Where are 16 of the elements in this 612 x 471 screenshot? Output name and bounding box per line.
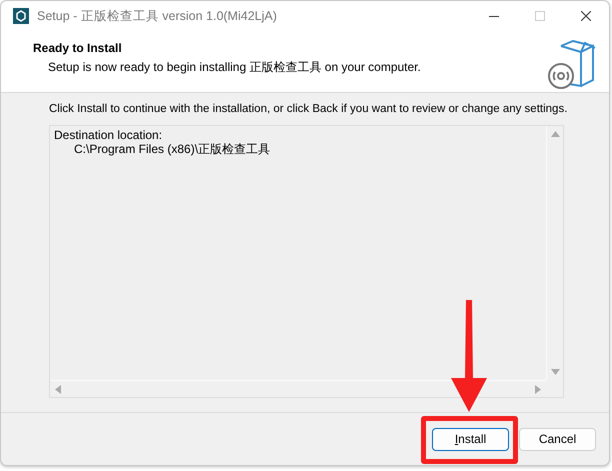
app-icon (13, 8, 29, 24)
software-box-icon (545, 40, 597, 90)
dialog-button[interactable]: Install (432, 428, 509, 450)
window-title: Setup - 正版检查工具 version 1.0(Mi42LjA) (37, 8, 278, 24)
instruction-text: Click Install to continue with the installation, or click Back if you want to review or change any settings. (49, 103, 564, 115)
scroll-up-icon[interactable] (550, 131, 560, 137)
close-icon[interactable] (581, 11, 591, 21)
page-heading: Ready to Install (33, 41, 123, 55)
scroll-down-icon[interactable] (550, 369, 560, 375)
scroll-left-icon[interactable] (55, 384, 61, 394)
memo-label: Destination location: (54, 128, 164, 142)
scroll-right-icon[interactable] (535, 384, 541, 394)
memo-path: C:\Program Files (x86)\正版检查工具 (73, 142, 272, 156)
maximize-icon (535, 11, 545, 21)
page-subtitle: Setup is now ready to begin installing 正版检查工具 on your computer. (48, 59, 421, 76)
dialog-button[interactable]: Cancel (519, 428, 596, 450)
